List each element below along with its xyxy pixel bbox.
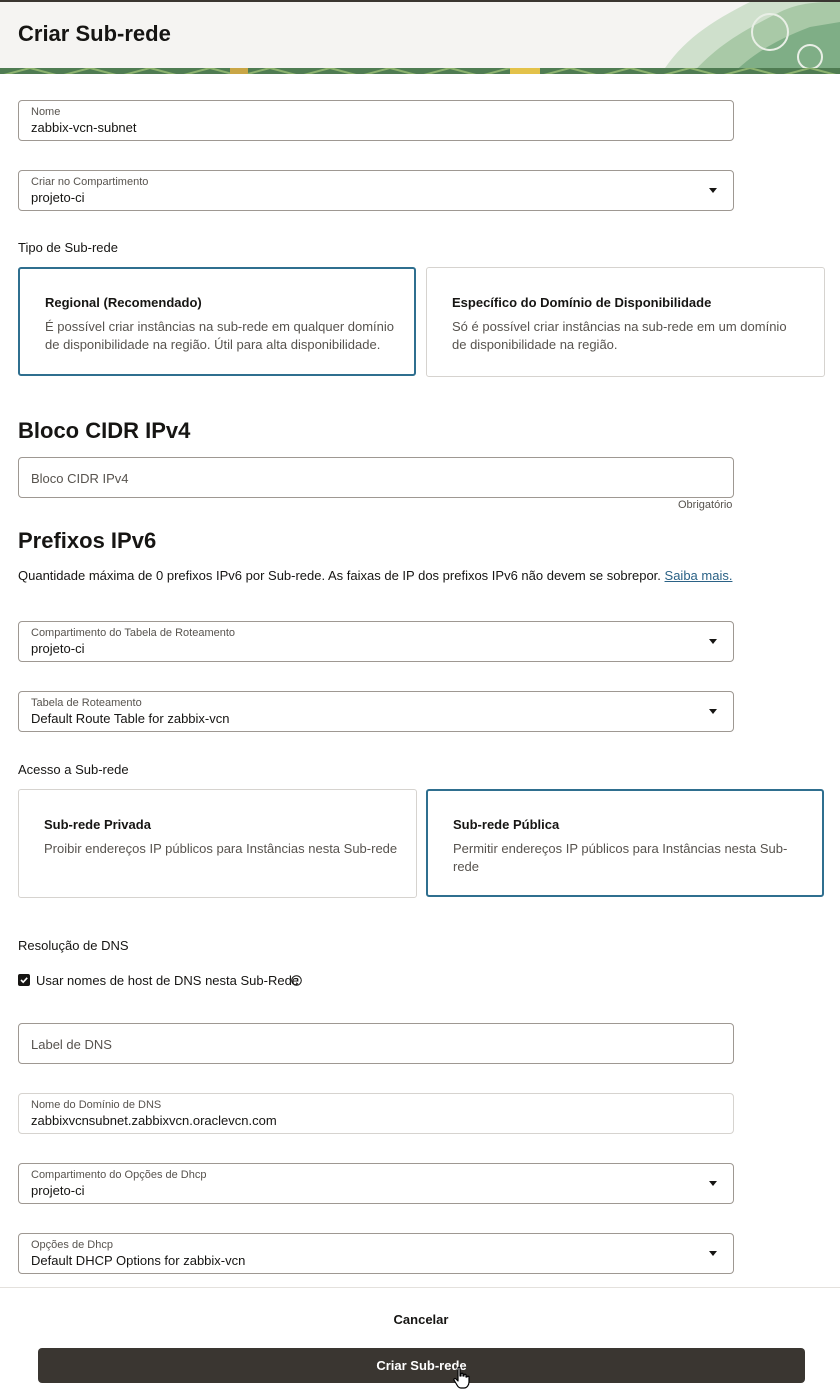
chevron-down-icon[interactable] [709, 1181, 717, 1186]
panel-header: Criar Sub-rede [0, 0, 840, 74]
compartment-select[interactable]: Criar no Compartimento projeto-ci [18, 170, 734, 211]
dhcp-compartment-label: Compartimento do Opções de Dhcp [31, 1169, 207, 1181]
card-description: Só é possível criar instâncias na sub-re… [452, 319, 787, 352]
subnet-access-label: Acesso a Sub-rede [18, 762, 129, 777]
chevron-down-icon[interactable] [709, 709, 717, 714]
route-table-value: Default Route Table for zabbix-vcn [31, 711, 230, 726]
card-title: Sub-rede Privada [44, 817, 151, 832]
route-table-label: Tabela de Roteamento [31, 697, 142, 709]
route-table-compartment-select[interactable]: Compartimento do Tabela de Roteamento pr… [18, 621, 734, 662]
route-table-compartment-value: projeto-ci [31, 641, 85, 656]
subnet-type-regional-card[interactable]: Regional (Recomendado) É possível criar … [18, 267, 416, 376]
card-description: Permitir endereços IP públicos para Inst… [453, 841, 788, 874]
create-subnet-button[interactable]: Criar Sub-rede [38, 1348, 805, 1383]
dns-domain-name-label: Nome do Domínio de DNS [31, 1099, 162, 1111]
footer-divider [0, 1287, 840, 1288]
dhcp-compartment-select[interactable]: Compartimento do Opções de Dhcp projeto-… [18, 1163, 734, 1204]
header-decoration [661, 2, 840, 74]
dhcp-compartment-value: projeto-ci [31, 1183, 85, 1198]
card-description: Proibir endereços IP públicos para Instâ… [44, 841, 398, 856]
dns-resolution-label: Resolução de DNS [18, 938, 129, 953]
compartment-select-value: projeto-ci [31, 190, 85, 205]
dns-label-input[interactable]: Label de DNS [18, 1023, 734, 1064]
cancel-button[interactable]: Cancelar [360, 1306, 482, 1334]
dhcp-options-select[interactable]: Opções de Dhcp Default DHCP Options for … [18, 1233, 734, 1274]
route-table-compartment-label: Compartimento do Tabela de Roteamento [31, 627, 236, 639]
ipv4-heading: Bloco CIDR IPv4 [18, 418, 191, 443]
card-description: É possível criar instâncias na sub-rede … [45, 319, 395, 352]
route-table-select[interactable]: Tabela de Roteamento Default Route Table… [18, 691, 734, 732]
name-field[interactable]: Nome zabbix-vcn-subnet [18, 100, 734, 141]
dns-domain-name-field: Nome do Domínio de DNS zabbixvcnsubnet.z… [18, 1093, 734, 1134]
page-title: Criar Sub-rede [18, 21, 171, 46]
dns-hostnames-checkbox[interactable] [18, 974, 30, 986]
dhcp-options-label: Opções de Dhcp [31, 1239, 113, 1251]
dns-hostnames-checkbox-label[interactable]: Usar nomes de host de DNS nesta Sub-Rede [36, 973, 299, 988]
ipv6-info-text: Quantidade máxima de 0 prefixos IPv6 por… [18, 568, 661, 583]
chevron-down-icon[interactable] [709, 1251, 717, 1256]
dhcp-options-value: Default DHCP Options for zabbix-vcn [31, 1253, 246, 1268]
ipv4-cidr-input[interactable]: Bloco CIDR IPv4 [18, 457, 734, 498]
header-band-decoration [0, 68, 840, 74]
name-field-label: Nome [31, 106, 61, 118]
subnet-type-ad-specific-card[interactable]: Específico do Domínio de Disponibilidade… [426, 267, 825, 377]
subnet-access-public-card[interactable]: Sub-rede Pública Permitir endereços IP p… [426, 789, 824, 897]
required-note: Obrigatório [678, 499, 733, 511]
card-title: Regional (Recomendado) [45, 295, 202, 310]
ipv6-heading: Prefixos IPv6 [18, 528, 157, 553]
subnet-access-private-card[interactable]: Sub-rede Privada Proibir endereços IP pú… [18, 789, 417, 898]
help-icon[interactable] [291, 975, 302, 986]
subnet-type-label: Tipo de Sub-rede [18, 240, 118, 255]
compartment-select-label: Criar no Compartimento [31, 176, 149, 188]
check-icon [20, 977, 28, 984]
hand-cursor-icon [453, 1366, 470, 1389]
learn-more-link[interactable]: Saiba mais. [665, 568, 733, 583]
name-field-value[interactable]: zabbix-vcn-subnet [31, 120, 137, 135]
ipv6-info: Quantidade máxima de 0 prefixos IPv6 por… [18, 568, 732, 583]
dns-domain-name-value: zabbixvcnsubnet.zabbixvcn.oraclevcn.com [31, 1113, 277, 1128]
dns-label-placeholder: Label de DNS [31, 1037, 112, 1052]
chevron-down-icon[interactable] [709, 188, 717, 193]
card-title: Específico do Domínio de Disponibilidade [452, 295, 712, 310]
chevron-down-icon[interactable] [709, 639, 717, 644]
ipv4-cidr-placeholder: Bloco CIDR IPv4 [31, 471, 129, 486]
card-title: Sub-rede Pública [453, 817, 560, 832]
